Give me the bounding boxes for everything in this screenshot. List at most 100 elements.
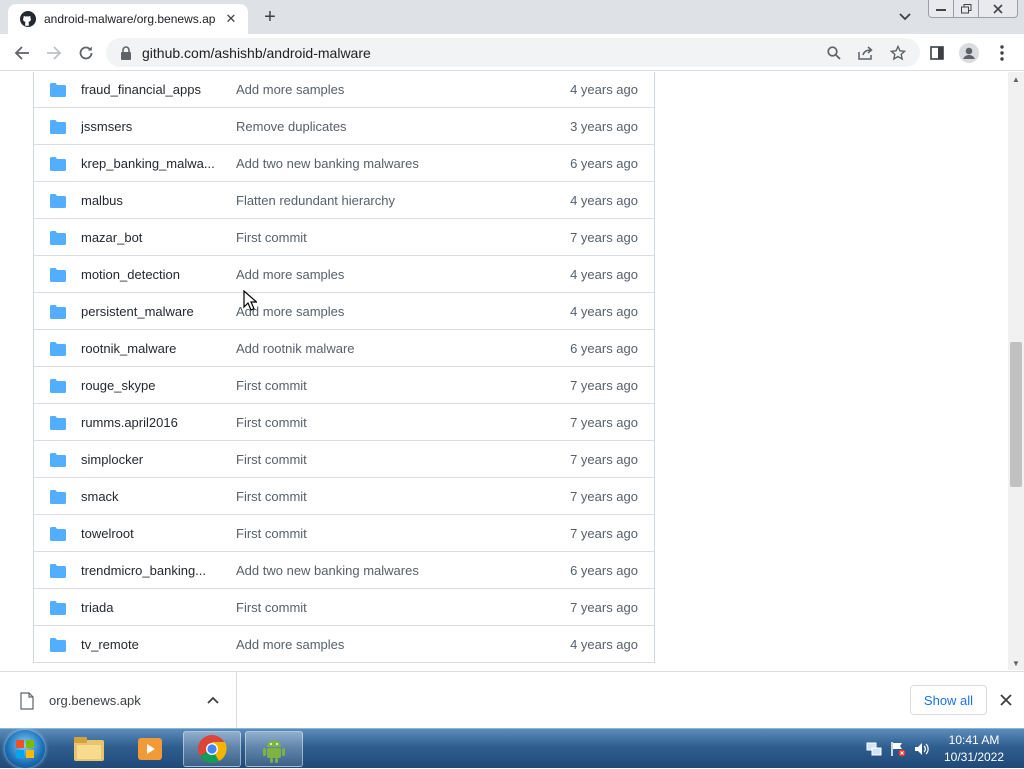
file-name-link[interactable]: persistent_malware <box>81 304 223 319</box>
file-row[interactable]: mazar_bot First commit 7 years ago <box>34 219 654 256</box>
search-icon[interactable] <box>820 38 848 67</box>
commit-age: 4 years ago <box>570 81 638 97</box>
taskbar-clock[interactable]: 10:41 AM 10/31/2022 <box>938 732 1010 766</box>
restore-button[interactable] <box>953 0 979 18</box>
commit-message-link[interactable]: Add two new banking malwares <box>236 563 419 578</box>
file-row[interactable]: triada First commit 7 years ago <box>34 589 654 626</box>
file-name-link[interactable]: rootnik_malware <box>81 341 223 356</box>
commit-message-link[interactable]: Flatten redundant hierarchy <box>236 193 395 208</box>
scroll-up-arrow-icon[interactable]: ▲ <box>1008 72 1024 86</box>
file-row[interactable]: simplocker First commit 7 years ago <box>34 441 654 478</box>
explorer-taskbar-icon[interactable] <box>60 731 118 767</box>
file-row[interactable]: rumms.april2016 First commit 7 years ago <box>34 404 654 441</box>
address-bar[interactable]: github.com/ashishb/android-malware <box>106 38 920 67</box>
file-row[interactable]: tv_remote Add more samples 4 years ago <box>34 626 654 663</box>
file-name-link[interactable]: triada <box>81 600 223 615</box>
file-name-link[interactable]: simplocker <box>81 452 223 467</box>
commit-message-link[interactable]: Add more samples <box>236 82 344 97</box>
file-row[interactable]: persistent_malware Add more samples 4 year… <box>34 293 654 330</box>
commit-age: 4 years ago <box>570 266 638 282</box>
share-icon[interactable] <box>852 38 880 67</box>
menu-icon[interactable] <box>989 40 1015 66</box>
github-icon <box>20 11 36 27</box>
scroll-down-arrow-icon[interactable]: ▼ <box>1008 656 1024 670</box>
file-row[interactable]: jssmsers Remove duplicates 3 years ago <box>34 108 654 145</box>
file-row[interactable]: towelroot First commit 7 years ago <box>34 515 654 552</box>
page-scrollbar[interactable]: ▲ ▼ <box>1008 72 1024 670</box>
commit-age: 6 years ago <box>570 340 638 356</box>
commit-age: 4 years ago <box>570 636 638 652</box>
file-name-link[interactable]: motion_detection <box>81 267 223 282</box>
commit-message-link[interactable]: Add rootnik malware <box>236 341 355 356</box>
file-row[interactable]: fraud_financial_apps Add more samples 4 ye… <box>34 72 654 108</box>
close-window-button[interactable] <box>978 0 1018 18</box>
file-name-link[interactable]: towelroot <box>81 526 223 541</box>
file-name-link[interactable]: rumms.april2016 <box>81 415 223 430</box>
star-icon[interactable] <box>884 38 912 67</box>
commit-message-link[interactable]: First commit <box>236 452 307 467</box>
commit-message-link[interactable]: First commit <box>236 489 307 504</box>
file-row[interactable]: malbus Flatten redundant hierarchy 4 years… <box>34 182 654 219</box>
close-shelf-button[interactable] <box>996 690 1016 710</box>
commit-message-link[interactable]: First commit <box>236 600 307 615</box>
action-center-flag-icon[interactable] <box>890 741 906 757</box>
commit-age: 7 years ago <box>570 525 638 541</box>
file-row[interactable]: rootnik_malware Add rootnik malware 6 year… <box>34 330 654 367</box>
start-button[interactable] <box>5 730 45 768</box>
folder-icon <box>50 453 66 470</box>
file-name-link[interactable]: krep_banking_malwa... <box>81 156 223 171</box>
file-row[interactable]: smack First commit 7 years ago <box>34 478 654 515</box>
show-all-button[interactable]: Show all <box>910 685 987 715</box>
download-item[interactable]: org.benews.apk <box>0 672 237 729</box>
forward-button[interactable] <box>41 40 67 66</box>
browser-toolbar: github.com/ashishb/android-malware <box>0 34 1024 71</box>
tab-search-chevron-down-icon[interactable] <box>894 6 916 28</box>
commit-message-link[interactable]: First commit <box>236 230 307 245</box>
volume-icon[interactable] <box>914 741 930 757</box>
windows-taskbar: 10:41 AM 10/31/2022 <box>0 728 1024 768</box>
file-row[interactable]: krep_banking_malwa... Add two new banking… <box>34 145 654 182</box>
commit-message-link[interactable]: First commit <box>236 415 307 430</box>
file-name-link[interactable]: smack <box>81 489 223 504</box>
chevron-up-icon[interactable] <box>203 690 223 710</box>
file-name-link[interactable]: tv_remote <box>81 637 223 652</box>
commit-age: 3 years ago <box>570 118 638 134</box>
file-name-link[interactable]: malbus <box>81 193 223 208</box>
file-name-link[interactable]: mazar_bot <box>81 230 223 245</box>
chrome-taskbar-icon[interactable] <box>183 731 241 767</box>
file-row[interactable]: rouge_skype First commit 7 years ago <box>34 367 654 404</box>
media-player-taskbar-icon[interactable] <box>121 731 179 767</box>
back-button[interactable] <box>9 40 35 66</box>
commit-message-link[interactable]: First commit <box>236 378 307 393</box>
folder-icon <box>50 638 66 655</box>
file-row[interactable]: trendmicro_banking... Add two new banking… <box>34 552 654 589</box>
commit-message-link[interactable]: First commit <box>236 526 307 541</box>
commit-message-link[interactable]: Remove duplicates <box>236 119 347 134</box>
browser-tab[interactable]: android-malware/org.benews.ap ✕ <box>8 4 248 34</box>
commit-message-link[interactable]: Add more samples <box>236 637 344 652</box>
scrollbar-thumb[interactable] <box>1010 342 1022 487</box>
file-name-link[interactable]: trendmicro_banking... <box>81 563 223 578</box>
network-icon[interactable] <box>866 741 882 757</box>
folder-icon <box>50 194 66 211</box>
commit-message-link[interactable]: Add two new banking malwares <box>236 156 419 171</box>
reload-button[interactable] <box>73 40 99 66</box>
commit-age: 7 years ago <box>570 488 638 504</box>
file-name-link[interactable]: jssmsers <box>81 119 223 134</box>
file-name-link[interactable]: fraud_financial_apps <box>81 82 223 97</box>
lock-icon[interactable] <box>118 45 134 61</box>
new-tab-button[interactable]: + <box>258 5 282 29</box>
folder-icon <box>50 231 66 248</box>
file-row[interactable]: motion_detection Add more samples 4 years … <box>34 256 654 293</box>
commit-age: 7 years ago <box>570 414 638 430</box>
android-studio-taskbar-icon[interactable] <box>245 731 303 767</box>
sidepanel-icon[interactable] <box>924 40 950 66</box>
folder-icon <box>50 379 66 396</box>
close-tab-button[interactable]: ✕ <box>222 10 240 28</box>
profile-icon[interactable] <box>956 40 982 66</box>
file-list: fraud_financial_apps Add more samples 4 ye… <box>33 72 655 663</box>
minimize-button[interactable] <box>928 0 954 18</box>
commit-age: 7 years ago <box>570 451 638 467</box>
file-name-link[interactable]: rouge_skype <box>81 378 223 393</box>
commit-message-link[interactable]: Add more samples <box>236 267 344 282</box>
